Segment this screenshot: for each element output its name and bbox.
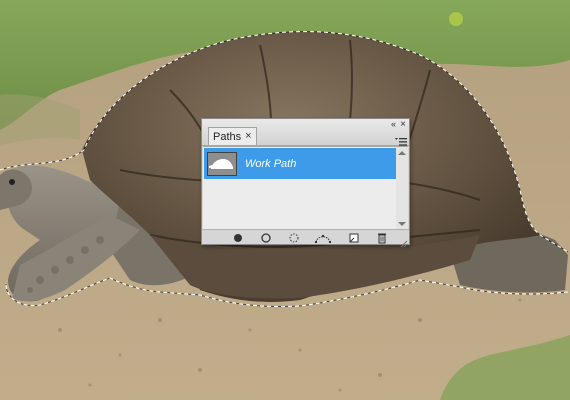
tortoise-silhouette-icon bbox=[207, 151, 237, 176]
stroke-path-icon[interactable] bbox=[260, 231, 272, 243]
collapse-icon[interactable]: « bbox=[391, 119, 396, 129]
create-new-path-icon[interactable] bbox=[348, 231, 360, 243]
tab-paths[interactable]: Paths × bbox=[208, 127, 257, 145]
make-work-path-icon[interactable] bbox=[314, 231, 332, 243]
close-icon[interactable]: × bbox=[400, 120, 406, 130]
tab-label: Paths bbox=[213, 130, 242, 143]
scrollbar[interactable] bbox=[396, 147, 408, 232]
scroll-down-icon[interactable] bbox=[398, 222, 406, 226]
paths-panel: Paths × « × Work Path bbox=[201, 118, 410, 248]
panel-header: Paths × « × bbox=[202, 119, 409, 146]
fill-path-icon[interactable] bbox=[232, 231, 244, 243]
panel-menu-icon[interactable] bbox=[395, 134, 407, 146]
delete-path-icon[interactable] bbox=[376, 231, 388, 244]
scroll-up-icon[interactable] bbox=[398, 151, 406, 155]
tab-close-icon[interactable]: × bbox=[245, 131, 251, 142]
paths-list: Work Path bbox=[203, 146, 408, 232]
resize-grip-icon[interactable] bbox=[400, 235, 408, 248]
path-row-work-path[interactable]: Work Path bbox=[204, 148, 396, 179]
panel-toolbar bbox=[202, 229, 409, 248]
path-label: Work Path bbox=[245, 157, 297, 170]
load-path-as-selection-icon[interactable] bbox=[288, 231, 300, 243]
